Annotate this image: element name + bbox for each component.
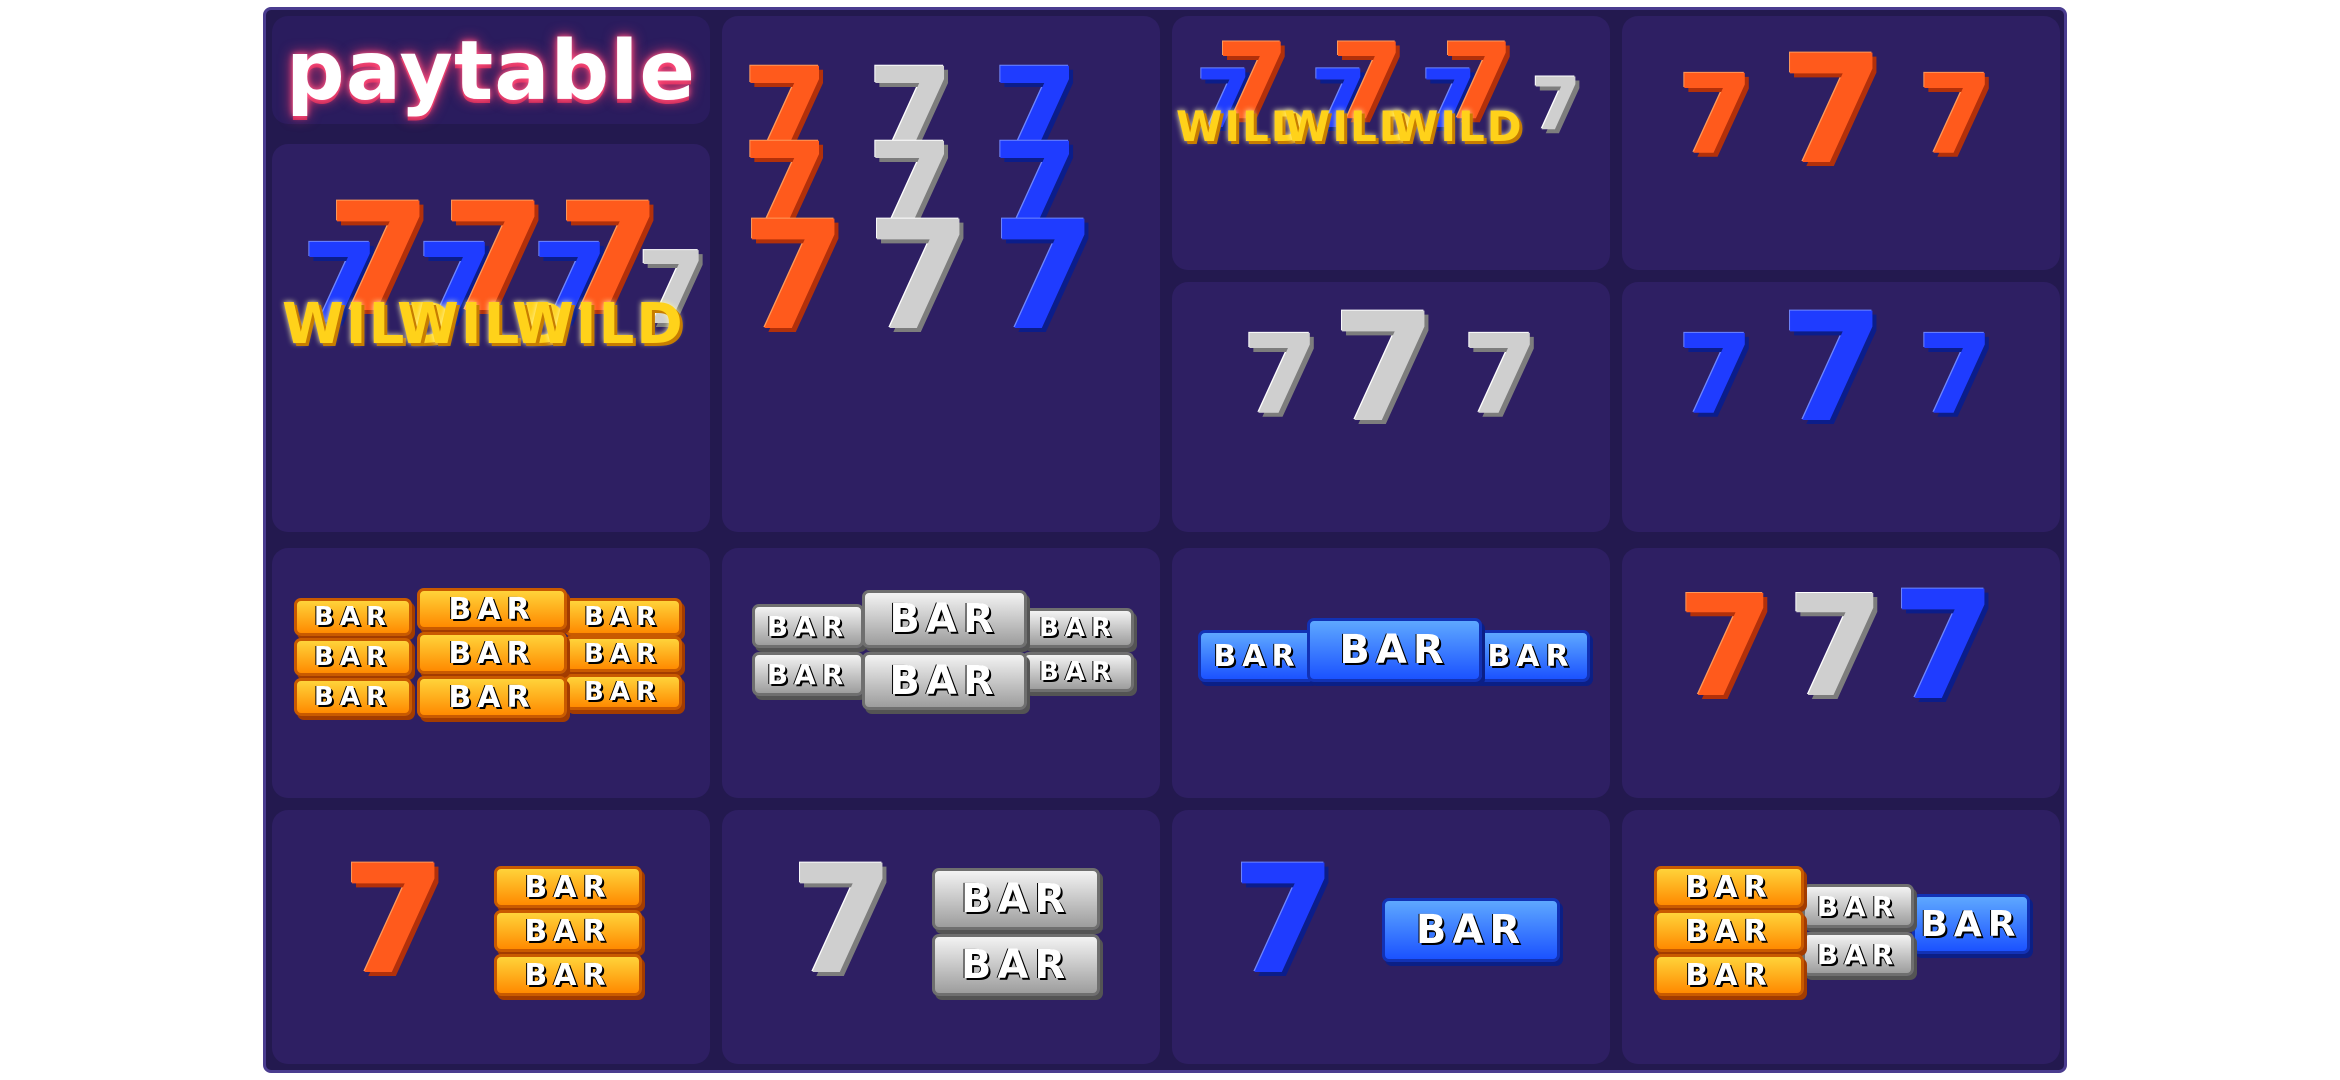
wild-label: WILD <box>1392 102 1524 151</box>
seven-gray-symbol: 7 <box>1462 311 1539 439</box>
cell-orange-triple-bars: BAR BAR BAR BAR BAR BAR BAR BAR BAR <box>272 548 710 798</box>
bar-silver-symbol: BAR <box>932 934 1100 996</box>
seven-red-symbol: 7 <box>742 190 847 364</box>
seven-gray-symbol: 7 <box>1787 566 1885 729</box>
bar-blue-symbol: BAR <box>1382 898 1560 962</box>
cell-mixed-sevens: 7 7 7 <box>1622 548 2060 798</box>
bar-orange-symbol: BAR <box>1654 954 1804 996</box>
bar-silver-symbol: BAR <box>1022 608 1134 648</box>
bar-silver-symbol: BAR <box>862 590 1027 648</box>
seven-blue-symbol: 7 <box>1232 834 1337 1008</box>
seven-blue-symbol: 7 <box>1677 311 1754 439</box>
bar-blue-symbol: BAR <box>1472 630 1590 682</box>
seven-gray-symbol: 7 <box>1332 282 1437 456</box>
bar-silver-symbol: BAR <box>1802 884 1914 928</box>
seven-red-symbol: 7 <box>1677 51 1754 179</box>
bar-orange-symbol: BAR <box>564 598 682 636</box>
cell-gray-sevens: 7 7 7 <box>1172 282 1610 532</box>
bar-silver-symbol: BAR <box>752 604 864 648</box>
seven-red-symbol: 7 <box>1780 24 1885 198</box>
bar-silver-symbol: BAR <box>1802 932 1914 976</box>
wild-label: WILD <box>512 292 685 357</box>
title-cell: paytable <box>272 16 710 124</box>
bar-blue-symbol: BAR <box>1912 894 2030 954</box>
bar-orange-symbol: BAR <box>417 676 567 718</box>
seven-blue-symbol: 7 <box>992 190 1097 364</box>
paytable-board: paytable 7 7 7 7 7 7 7 WILD WILD WILD 7 … <box>263 7 2067 1073</box>
cell-wild-sevens-large: 7 7 7 7 7 7 7 WILD WILD WILD <box>272 144 710 532</box>
seven-blue-symbol: 7 <box>1892 560 1997 734</box>
bar-orange-symbol: BAR <box>294 638 412 676</box>
bar-orange-symbol: BAR <box>1654 866 1804 908</box>
seven-blue-symbol: 7 <box>1917 311 1994 439</box>
bar-orange-symbol: BAR <box>417 632 567 674</box>
bar-orange-symbol: BAR <box>494 910 642 952</box>
seven-gray-symbol: 7 <box>790 834 895 1008</box>
seven-red-symbol: 7 <box>342 834 447 1008</box>
sevens-grid: 7 7 7 7 7 7 7 7 7 <box>742 52 1142 412</box>
bar-orange-symbol: BAR <box>564 674 682 710</box>
bar-silver-symbol: BAR <box>932 868 1100 930</box>
cell-blue-sevens: 7 7 7 <box>1622 282 2060 532</box>
seven-gray-symbol: 7 <box>1531 62 1582 146</box>
seven-red-symbol: 7 <box>1677 566 1775 729</box>
bar-blue-symbol: BAR <box>1307 618 1482 682</box>
bar-silver-symbol: BAR <box>1022 652 1134 692</box>
cell-mixed-bars: BAR BAR BAR BAR BAR BAR <box>1622 810 2060 1064</box>
cell-sevens-grid: 7 7 7 7 7 7 7 7 7 <box>722 16 1160 532</box>
cell-red-sevens: 7 7 7 <box>1622 16 2060 270</box>
bar-blue-symbol: BAR <box>1198 630 1316 682</box>
paytable-title: paytable <box>286 24 696 119</box>
cell-red-seven-orange-bars: 7 BAR BAR BAR <box>272 810 710 1064</box>
seven-gray-symbol: 7 <box>1242 311 1319 439</box>
cell-wild-sevens-small: 7 7 7 7 7 7 7 WILD WILD WILD <box>1172 16 1610 270</box>
bar-orange-symbol: BAR <box>294 598 412 636</box>
cell-gray-seven-silver-bars: 7 BAR BAR <box>722 810 1160 1064</box>
bar-silver-symbol: BAR <box>752 652 864 696</box>
wild-seven-stack-small: 7 7 7 7 7 7 7 WILD WILD WILD <box>1176 30 1606 180</box>
seven-gray-symbol: 7 <box>867 190 972 364</box>
bar-orange-symbol: BAR <box>564 636 682 672</box>
bar-orange-symbol: BAR <box>1654 910 1804 952</box>
cell-silver-double-bars: BAR BAR BAR BAR BAR BAR <box>722 548 1160 798</box>
seven-blue-symbol: 7 <box>1780 282 1885 456</box>
seven-red-symbol: 7 <box>1917 51 1994 179</box>
bar-orange-symbol: BAR <box>494 954 642 996</box>
bar-orange-symbol: BAR <box>294 678 412 716</box>
cell-blue-seven-blue-bar: 7 BAR <box>1172 810 1610 1064</box>
bar-orange-symbol: BAR <box>494 866 642 908</box>
bar-silver-symbol: BAR <box>862 652 1027 710</box>
cell-blue-single-bars: BAR BAR BAR <box>1172 548 1610 798</box>
wild-seven-stack: 7 7 7 7 7 7 7 WILD WILD WILD <box>282 184 707 364</box>
bar-orange-symbol: BAR <box>417 588 567 630</box>
